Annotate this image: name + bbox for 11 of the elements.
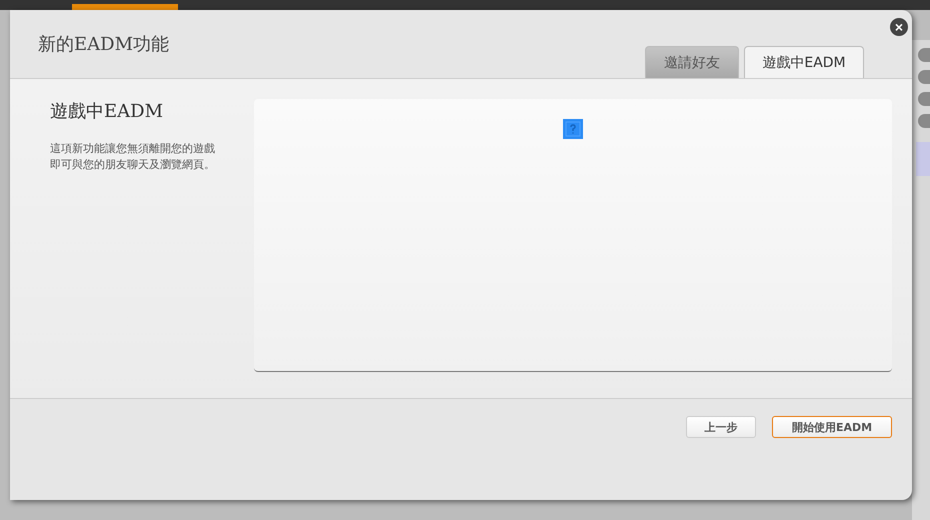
description: 這項新功能讓您無須離開您的遊戲即可與您的朋友聊天及瀏覽網頁。 bbox=[50, 141, 216, 173]
list-item[interactable] bbox=[916, 142, 930, 176]
tab[interactable]: 遊戲中EADM bbox=[744, 46, 864, 78]
missing-image-icon bbox=[563, 119, 583, 139]
dialog-button[interactable]: 上一步 bbox=[686, 416, 756, 438]
dialog-button[interactable]: 開始使用EADM bbox=[772, 416, 892, 438]
section-heading: 遊戲中EADM bbox=[50, 100, 164, 123]
close-button[interactable]: × bbox=[890, 18, 908, 36]
tab[interactable]: 邀請好友 bbox=[645, 46, 739, 78]
top-tab[interactable] bbox=[72, 4, 178, 10]
dialog-title: 新的EADM功能 bbox=[38, 33, 170, 56]
